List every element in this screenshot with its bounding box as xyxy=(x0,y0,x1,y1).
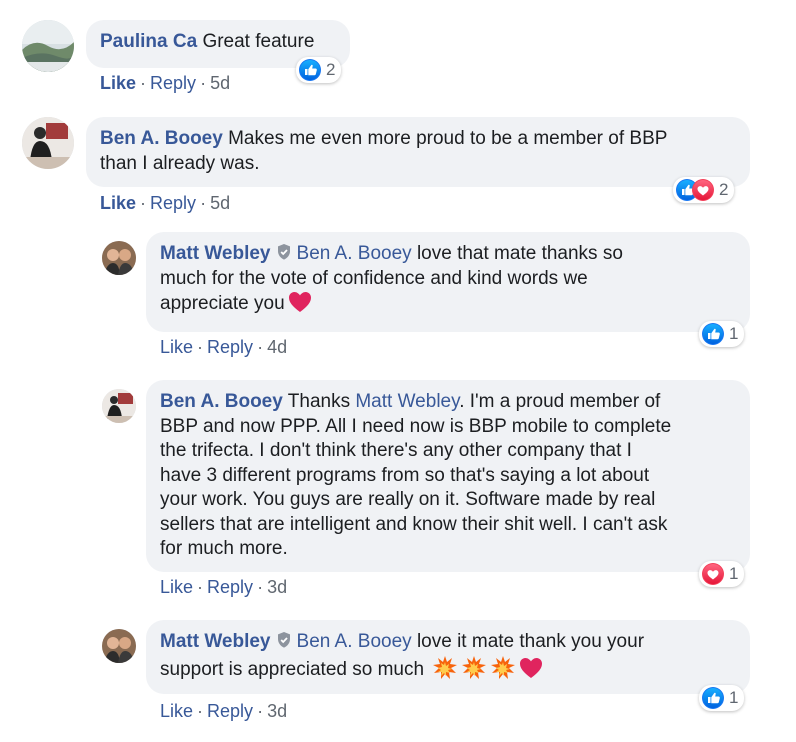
collision-emoji-icon xyxy=(491,655,516,679)
reply-button[interactable]: Reply xyxy=(150,73,196,93)
reply-bubble: Matt Webley Ben A. Booey love it mate tha… xyxy=(146,620,750,694)
reply-author[interactable]: Ben A. Booey xyxy=(160,391,283,412)
avatar[interactable] xyxy=(22,20,74,72)
avatar[interactable] xyxy=(102,389,136,423)
collision-emoji-icon xyxy=(462,655,487,679)
comment-text: Great feature xyxy=(202,31,315,52)
reply-actions: Like · Reply · 3d xyxy=(160,701,288,721)
reaction-count: 1 xyxy=(729,564,739,583)
like-reaction-icon xyxy=(702,687,724,709)
avatar[interactable] xyxy=(22,117,74,169)
reply-actions: Like · Reply · 4d xyxy=(160,337,288,357)
avatar[interactable] xyxy=(102,629,136,663)
timestamp[interactable]: 4d xyxy=(267,337,287,357)
comment-actions: Like · Reply · 5d xyxy=(100,73,231,93)
red-heart-emoji-icon xyxy=(288,292,311,312)
like-button[interactable]: Like xyxy=(160,701,193,721)
mention-link[interactable]: Matt Webley xyxy=(355,391,459,412)
reply-author[interactable]: Matt Webley xyxy=(160,243,271,264)
reply-text-line: sellers that are intelligent and know th… xyxy=(160,513,668,535)
reply-button[interactable]: Reply xyxy=(207,701,253,721)
mention-link[interactable]: Ben A. Booey xyxy=(297,631,412,652)
reaction-summary[interactable]: 1 xyxy=(699,685,745,711)
reaction-count: 2 xyxy=(719,180,729,199)
timestamp[interactable]: 3d xyxy=(267,577,287,597)
like-button[interactable]: Like xyxy=(100,193,136,213)
reply-text-line: your work. You guys are really on it. So… xyxy=(160,489,656,510)
reply-actions: Like · Reply · 3d xyxy=(160,577,288,597)
love-reaction-icon xyxy=(702,563,724,585)
reaction-count: 1 xyxy=(729,688,739,707)
reply-bubble: Ben A. Booey Thanks Matt Webley. I'm a p… xyxy=(146,380,750,572)
reply-button[interactable]: Reply xyxy=(207,337,253,357)
comment-author[interactable]: Paulina Ca xyxy=(100,31,197,52)
comment-actions: Like · Reply · 5d xyxy=(100,193,231,213)
reaction-summary[interactable]: 1 xyxy=(699,561,745,587)
reply-text-pre: Thanks xyxy=(287,391,351,412)
reaction-count: 2 xyxy=(326,60,336,79)
red-heart-emoji-icon xyxy=(520,657,543,678)
reply-author[interactable]: Matt Webley xyxy=(160,631,271,652)
like-reaction-icon xyxy=(299,59,321,81)
like-button[interactable]: Like xyxy=(160,337,193,357)
love-reaction-icon xyxy=(692,179,714,201)
reply-text-line: . I'm a proud member of xyxy=(459,391,661,412)
reply-text-line: love it mate thank you your xyxy=(416,631,645,652)
reaction-summary[interactable]: 2 xyxy=(296,57,342,83)
reply-text-line: the trifecta. I don't think there's any … xyxy=(160,440,632,461)
timestamp[interactable]: 5d xyxy=(210,73,230,93)
reply-text-line: have 3 different programs from so that's… xyxy=(160,464,650,486)
like-reaction-icon xyxy=(702,323,724,345)
reply-bubble: Matt Webley Ben A. Booey love that mate t… xyxy=(146,232,750,332)
reply-button[interactable]: Reply xyxy=(207,577,253,597)
like-button[interactable]: Like xyxy=(100,73,136,93)
comment-author[interactable]: Ben A. Booey xyxy=(100,128,223,149)
reply-text-line: for much more. xyxy=(160,538,288,559)
collision-emoji-icon xyxy=(433,655,458,679)
comment-text-line: than I already was. xyxy=(100,152,260,174)
like-button[interactable]: Like xyxy=(160,577,193,597)
reply-text-line: much for the vote of confidence and kind… xyxy=(160,267,588,289)
reaction-count: 1 xyxy=(729,324,739,343)
reaction-summary[interactable]: 1 xyxy=(699,321,745,347)
verified-shield-icon xyxy=(277,244,290,260)
verified-shield-icon xyxy=(277,632,290,648)
reply-text-line: love that mate thanks so xyxy=(416,243,623,264)
reply-button[interactable]: Reply xyxy=(150,193,196,213)
comment-bubble: Ben A. Booey Makes me even more proud to… xyxy=(86,117,750,187)
reply-text-line: BBP and now PPP. All I need now is BBP m… xyxy=(160,415,672,437)
reply-text-line: support is appreciated so much xyxy=(160,658,425,680)
avatar[interactable] xyxy=(102,241,136,275)
timestamp[interactable]: 5d xyxy=(210,193,230,213)
reply-text-line: appreciate you xyxy=(160,293,285,314)
comment-text-line: Makes me even more proud to be a member … xyxy=(228,128,668,149)
mention-link[interactable]: Ben A. Booey xyxy=(297,243,412,264)
reaction-summary[interactable]: 2 xyxy=(673,177,735,203)
timestamp[interactable]: 3d xyxy=(267,701,287,721)
